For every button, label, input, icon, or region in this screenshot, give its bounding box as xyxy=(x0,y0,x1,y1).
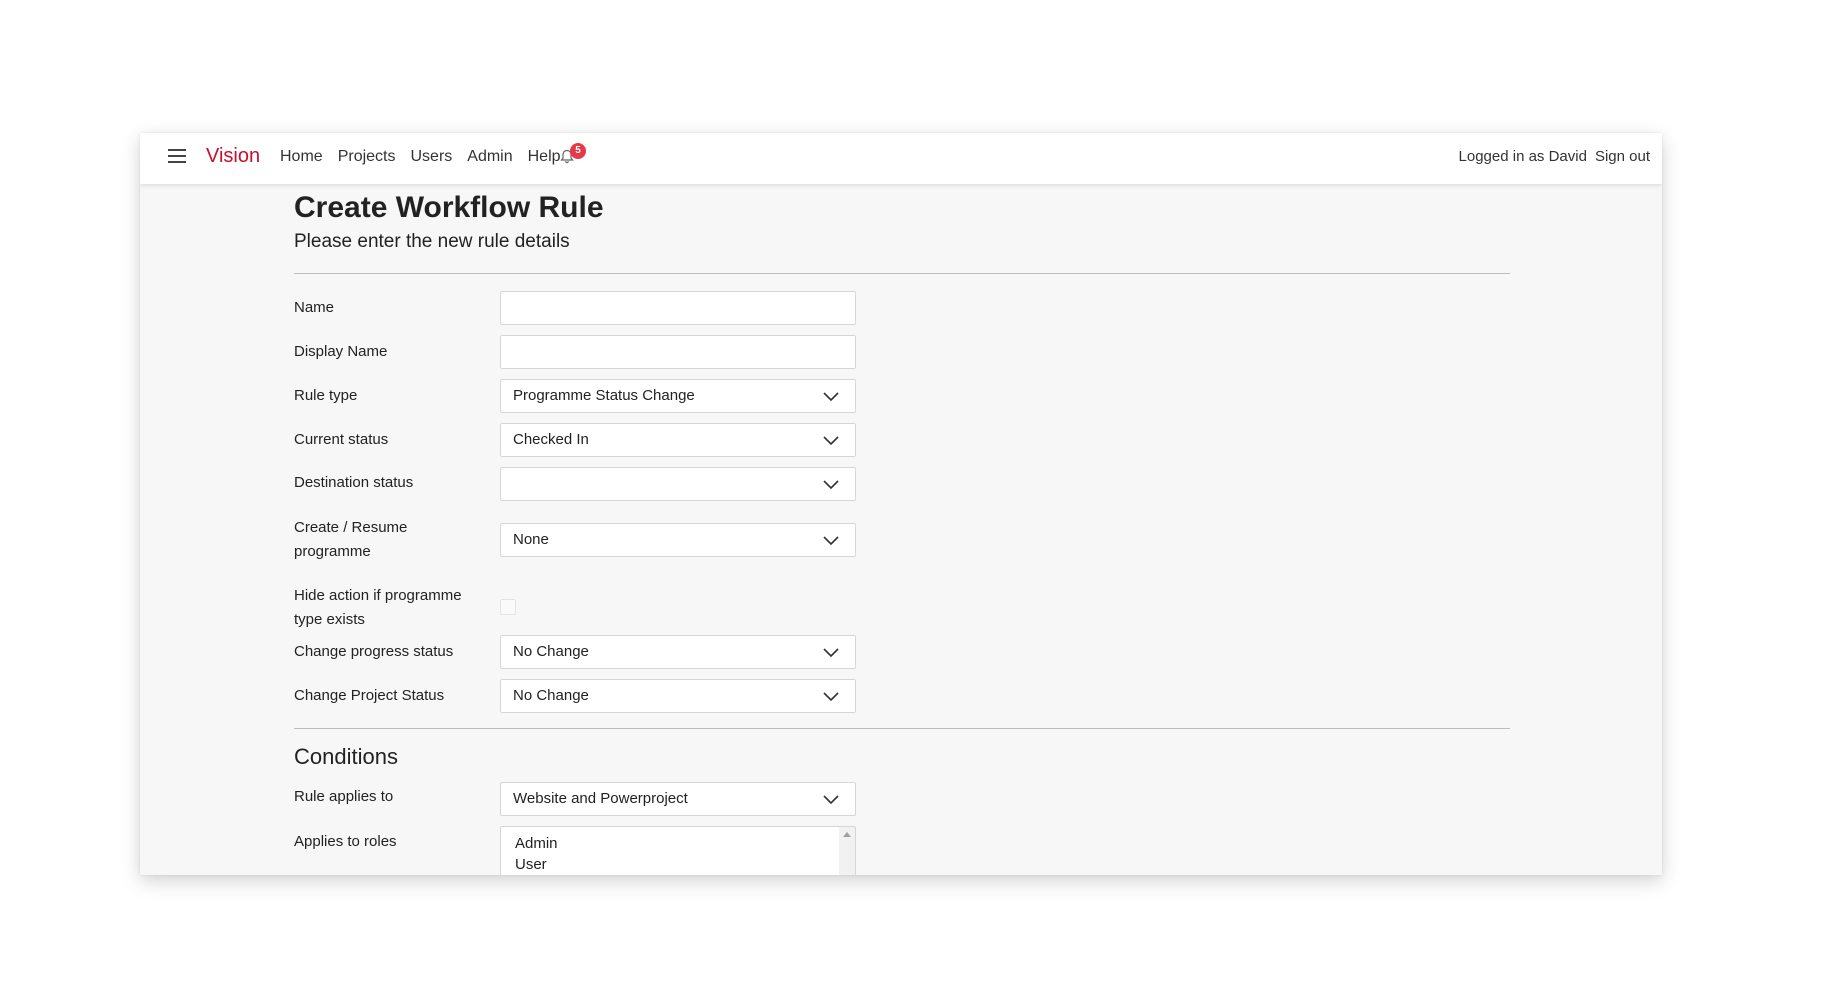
display-name-label: Display Name xyxy=(294,343,388,360)
applies-to-roles-listbox[interactable]: Admin User xyxy=(500,826,856,875)
role-option-user[interactable]: User xyxy=(501,854,855,875)
nav-link-admin[interactable]: Admin xyxy=(467,148,512,166)
create-resume-value: None xyxy=(513,531,549,548)
current-status-select[interactable]: Checked In xyxy=(500,423,856,457)
current-status-value: Checked In xyxy=(513,431,589,448)
name-input[interactable] xyxy=(501,292,855,324)
listbox-scrollbar[interactable] xyxy=(839,827,855,875)
app-window: Vision Home Projects Users Admin Help 5 … xyxy=(140,133,1662,875)
scroll-up-arrow-icon[interactable] xyxy=(843,832,851,837)
chevron-down-icon xyxy=(823,436,839,446)
rule-type-value: Programme Status Change xyxy=(513,387,695,404)
page-subtitle: Please enter the new rule details xyxy=(294,231,570,252)
nav-link-projects[interactable]: Projects xyxy=(338,148,396,166)
change-project-status-select[interactable]: No Change xyxy=(500,679,856,713)
page-title: Create Workflow Rule xyxy=(294,191,604,224)
rule-type-select[interactable]: Programme Status Change xyxy=(500,379,856,413)
create-resume-label: Create / Resume programme xyxy=(294,516,484,564)
rule-applies-to-select[interactable]: Website and Powerproject xyxy=(500,782,856,816)
change-progress-status-value: No Change xyxy=(513,643,589,660)
rule-applies-to-label: Rule applies to xyxy=(294,788,394,805)
sign-out-link[interactable]: Sign out xyxy=(1595,148,1650,165)
logged-in-text: Logged in as David xyxy=(1458,148,1587,165)
brand-logo[interactable]: Vision xyxy=(206,145,260,168)
applies-to-roles-label: Applies to roles xyxy=(294,833,397,850)
nav-link-users[interactable]: Users xyxy=(410,148,452,166)
chevron-down-icon xyxy=(823,795,839,805)
create-resume-label-line2: programme xyxy=(294,543,371,560)
destination-status-label: Destination status xyxy=(294,474,414,491)
chevron-down-icon xyxy=(823,480,839,490)
header-divider xyxy=(294,273,1510,274)
name-field xyxy=(500,291,856,325)
notification-badge: 5 xyxy=(570,143,586,159)
hide-action-checkbox[interactable] xyxy=(500,599,516,615)
nav-link-home[interactable]: Home xyxy=(280,148,323,166)
name-label: Name xyxy=(294,299,335,316)
conditions-title: Conditions xyxy=(294,744,398,769)
chevron-down-icon xyxy=(823,648,839,658)
rule-type-label: Rule type xyxy=(294,387,358,404)
display-name-input[interactable] xyxy=(501,336,855,368)
change-project-status-label: Change Project Status xyxy=(294,687,445,704)
conditions-divider xyxy=(294,728,1510,729)
user-area: Logged in as David Sign out xyxy=(1459,148,1650,165)
change-progress-status-select[interactable]: No Change xyxy=(500,635,856,669)
role-option-admin[interactable]: Admin xyxy=(501,833,855,854)
nav-link-help[interactable]: Help xyxy=(528,148,561,166)
change-project-status-value: No Change xyxy=(513,687,589,704)
top-navbar: Vision Home Projects Users Admin Help 5 … xyxy=(140,133,1662,184)
chevron-down-icon xyxy=(823,392,839,402)
nav-links: Home Projects Users Admin Help xyxy=(280,148,576,166)
hide-action-label-line1: Hide action if programme xyxy=(294,587,462,604)
rule-applies-to-value: Website and Powerproject xyxy=(513,790,688,807)
current-status-label: Current status xyxy=(294,431,389,448)
change-progress-status-label: Change progress status xyxy=(294,643,454,660)
chevron-down-icon xyxy=(823,536,839,546)
hamburger-menu-icon[interactable] xyxy=(168,149,186,163)
hide-action-label: Hide action if programme type exists xyxy=(294,584,484,632)
hide-action-label-line2: type exists xyxy=(294,611,365,628)
main-content: Create Workflow Rule Please enter the ne… xyxy=(294,189,1510,875)
create-resume-label-line1: Create / Resume xyxy=(294,519,408,536)
display-name-field xyxy=(500,335,856,369)
destination-status-select[interactable] xyxy=(500,467,856,501)
chevron-down-icon xyxy=(823,692,839,702)
notifications-button[interactable]: 5 xyxy=(560,143,586,169)
create-resume-select[interactable]: None xyxy=(500,523,856,557)
